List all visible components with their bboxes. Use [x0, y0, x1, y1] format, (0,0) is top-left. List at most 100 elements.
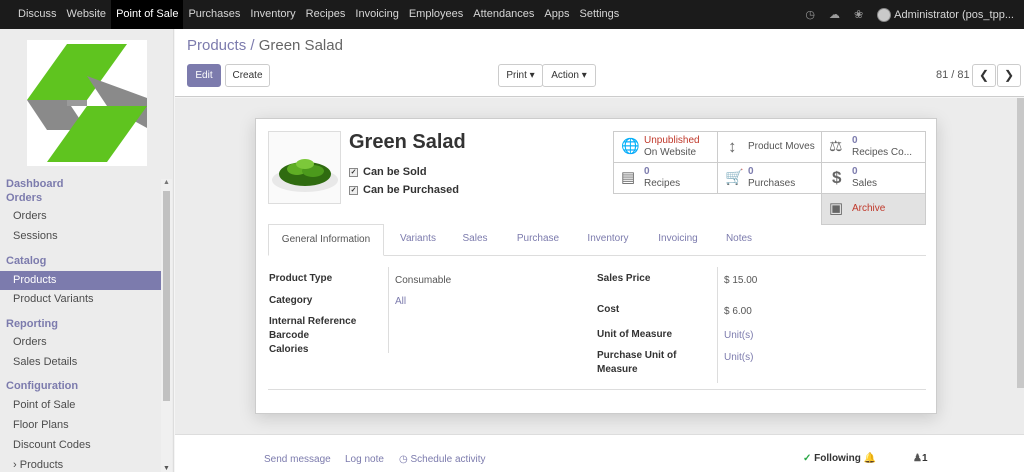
sidebar-item-orders[interactable]: Orders [0, 207, 161, 226]
following-button[interactable]: ✓ Following 🔔 [803, 453, 876, 464]
followers-button[interactable]: ♟1 [913, 453, 928, 464]
sidebar-head-catalog[interactable]: Catalog [6, 255, 46, 267]
sidebar-item-config-products[interactable]: › Products [0, 456, 161, 472]
log-note-button[interactable]: Log note [345, 454, 384, 465]
archive-icon: ▣ [829, 200, 844, 217]
menu-settings[interactable]: Settings [575, 0, 625, 29]
user-menu[interactable]: Administrator (pos_tpp... [877, 7, 1014, 22]
cart-icon: 🛒 [725, 169, 744, 186]
sidebar-head-dashboard[interactable]: Dashboard [6, 178, 63, 190]
sidebar-head-reporting[interactable]: Reporting [6, 318, 58, 330]
scrollbar-thumb[interactable] [163, 191, 170, 401]
create-button[interactable]: Create [225, 64, 270, 87]
recipes-button[interactable]: ▤ 0 Recipes [613, 162, 718, 194]
tab-invoicing[interactable]: Invoicing [646, 224, 710, 256]
archive-label: Archive [852, 203, 886, 214]
bug-icon[interactable]: ❀ [854, 8, 863, 21]
schedule-activity-button[interactable]: ◷ Schedule activity [399, 454, 486, 465]
tab-variants[interactable]: Variants [388, 224, 448, 256]
edit-button[interactable]: Edit [187, 64, 221, 87]
menu-website[interactable]: Website [62, 0, 112, 29]
check-icon[interactable]: ✓ [349, 167, 358, 177]
sheet-divider [268, 389, 926, 390]
website-button[interactable]: 🌐 Unpublished On Website [613, 131, 718, 163]
can-be-purchased-label: Can be Purchased [363, 184, 459, 196]
send-message-button[interactable]: Send message [264, 454, 331, 465]
menu-point-of-sale[interactable]: Point of Sale [111, 0, 184, 29]
scroll-down-icon[interactable]: ▼ [163, 465, 170, 472]
product-moves-button[interactable]: ↕ Product Moves [717, 131, 822, 163]
recipes-co-count: 0 [852, 135, 858, 146]
internal-reference-label: Internal Reference [269, 316, 357, 327]
menu-discuss[interactable]: Discuss [13, 0, 62, 29]
chevron-left-icon: ❮ [978, 68, 990, 82]
sidebar-item-product-variants[interactable]: Product Variants [0, 290, 161, 309]
pager-previous-button[interactable]: ❮ [972, 64, 996, 87]
form-scrollbar[interactable] [1017, 98, 1024, 388]
chat-icon[interactable]: ☁ [829, 8, 840, 21]
menu-recipes[interactable]: Recipes [301, 0, 351, 29]
menu-employees[interactable]: Employees [404, 0, 468, 29]
product-name[interactable]: Green Salad [349, 131, 466, 154]
tab-sales[interactable]: Sales [450, 224, 500, 256]
sidebar-item-sessions[interactable]: Sessions [0, 227, 161, 246]
form-view: Green Salad ✓ Can be Sold ✓ Can be Purch… [175, 98, 1024, 434]
unit-of-measure-field[interactable]: Unit(s) [724, 330, 753, 341]
sales-price-field[interactable]: $ 15.00 [724, 275, 757, 286]
purchase-uom-label: Purchase Unit of [597, 350, 677, 361]
purchase-uom-label-line2: Measure [597, 364, 638, 375]
website-status: Unpublished [644, 135, 700, 146]
check-icon[interactable]: ✓ [349, 185, 358, 195]
scroll-up-icon[interactable]: ▲ [163, 179, 170, 186]
bell-icon[interactable]: 🔔 [864, 453, 876, 464]
tab-general-information[interactable]: General Information [268, 224, 384, 256]
sidebar-head-orders[interactable]: Orders [6, 192, 42, 204]
purchase-uom-field[interactable]: Unit(s) [724, 352, 753, 363]
user-icon: ♟ [913, 453, 922, 464]
sidebar-item-discount-codes[interactable]: Discount Codes [0, 436, 161, 455]
sidebar-item-label: Products [19, 459, 64, 471]
pager-value[interactable]: 81 / 81 [936, 69, 970, 81]
unit-of-measure-label: Unit of Measure [597, 329, 673, 340]
clock-icon[interactable]: ◷ [805, 8, 815, 21]
breadcrumb-current: Green Salad [258, 37, 343, 54]
pager-next-button[interactable]: ❯ [997, 64, 1021, 87]
product-image[interactable] [268, 131, 341, 204]
cost-field[interactable]: $ 6.00 [724, 306, 752, 317]
recipes-co-button[interactable]: ⚖ 0 Recipes Co... [821, 131, 926, 163]
action-button[interactable]: Action ▾ [542, 64, 596, 87]
menu-invoicing[interactable]: Invoicing [350, 0, 403, 29]
menu-inventory[interactable]: Inventory [245, 0, 300, 29]
menu-attendances[interactable]: Attendances [468, 0, 539, 29]
chevron-right-icon: › [13, 459, 17, 471]
sales-button[interactable]: $ 0 Sales [821, 162, 926, 194]
purchases-button[interactable]: 🛒 0 Purchases [717, 162, 822, 194]
sidebar-item-floor-plans[interactable]: Floor Plans [0, 416, 161, 435]
category-field[interactable]: All [395, 296, 406, 307]
arrows-v-icon: ↕ [728, 137, 737, 156]
can-be-sold-checkbox[interactable]: ✓ Can be Sold [349, 166, 427, 178]
menu-purchases[interactable]: Purchases [183, 0, 245, 29]
avatar [877, 7, 892, 22]
archive-button[interactable]: ▣ Archive [821, 193, 926, 225]
tab-notes[interactable]: Notes [714, 224, 764, 256]
breadcrumb-products[interactable]: Products / [187, 37, 255, 54]
sidebar-item-reporting-orders[interactable]: Orders [0, 333, 161, 352]
product-type-field[interactable]: Consumable [395, 275, 451, 286]
field-divider [388, 267, 389, 353]
print-button[interactable]: Print ▾ [498, 64, 543, 87]
sidebar-item-products[interactable]: Products [0, 271, 161, 290]
menu-apps[interactable]: Apps [539, 0, 574, 29]
following-label: Following [814, 453, 861, 464]
sidebar-scrollbar[interactable]: ▲ ▼ [161, 179, 172, 472]
sidebar-item-sales-details[interactable]: Sales Details [0, 353, 161, 372]
tab-inventory[interactable]: Inventory [574, 224, 642, 256]
app-menu: Discuss Website Point of Sale Purchases … [0, 0, 624, 29]
can-be-purchased-checkbox[interactable]: ✓ Can be Purchased [349, 184, 459, 196]
tab-purchase[interactable]: Purchase [504, 224, 572, 256]
product-type-label: Product Type [269, 273, 333, 284]
recipes-count: 0 [644, 166, 650, 177]
form-sheet: Green Salad ✓ Can be Sold ✓ Can be Purch… [255, 118, 937, 414]
sidebar-item-point-of-sale[interactable]: Point of Sale [0, 396, 161, 415]
sidebar-head-configuration[interactable]: Configuration [6, 380, 78, 392]
